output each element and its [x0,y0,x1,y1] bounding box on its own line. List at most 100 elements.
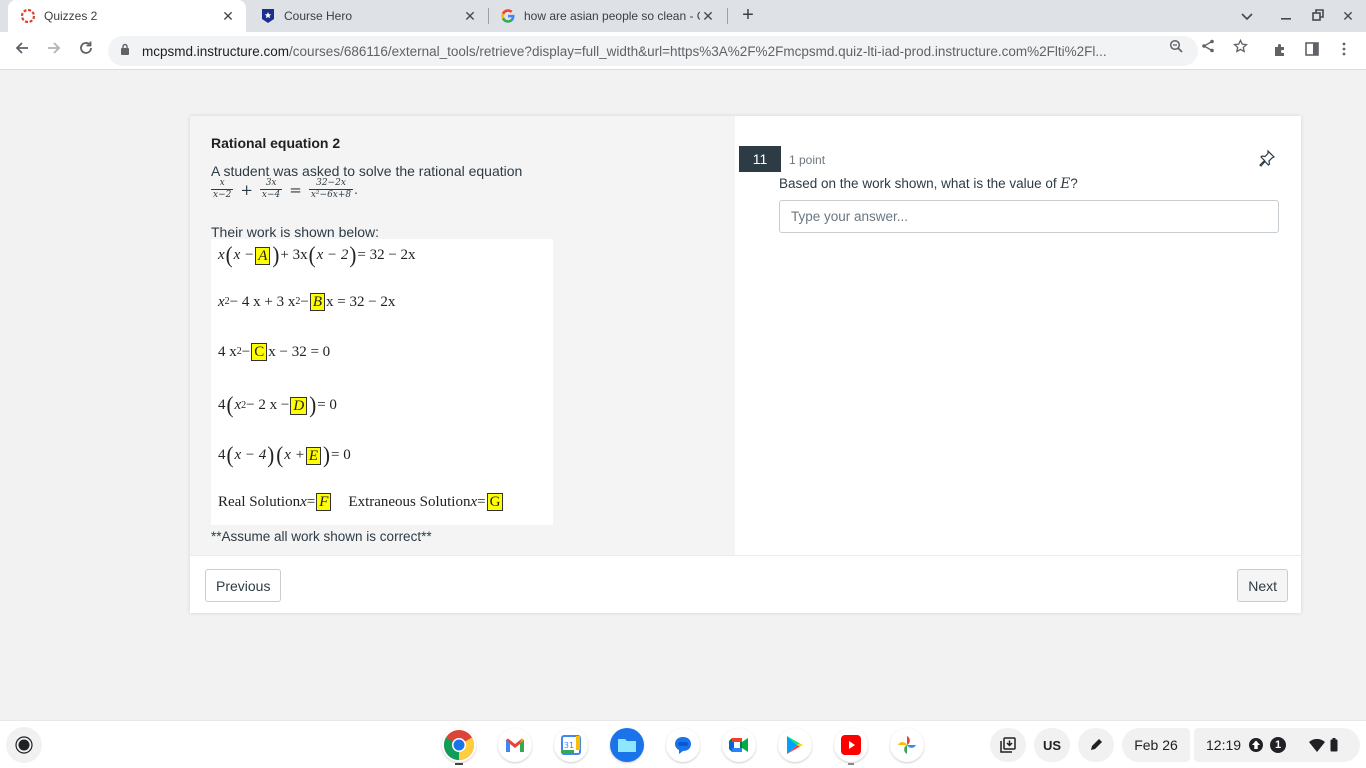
course-hero-icon [260,8,276,24]
tab-quizzes[interactable]: Quizzes 2 ✕ [8,0,246,32]
calendar-day: 31 [564,741,574,750]
reload-icon[interactable] [74,39,98,63]
tab-title: Course Hero [284,9,353,23]
answer-input[interactable] [779,200,1279,233]
term: x − 2 [316,247,349,263]
term: 4 x [218,343,237,360]
bookmark-star-icon[interactable] [1232,38,1248,55]
denominator: x−2 [211,189,234,200]
status-tray[interactable]: 12:19 1 [1194,728,1360,762]
term: − 4 x + 3 x [229,293,296,310]
equals-operator: = [289,180,302,199]
messages-app-icon[interactable] [666,728,700,762]
numerator: 32−2x [316,178,346,188]
youtube-app-icon[interactable] [834,728,868,762]
date-tray[interactable]: Feb 26 [1122,728,1190,762]
page-content: Rational equation 2 A student was asked … [0,71,1366,720]
browser-toolbar: mcpsmd.instructure.com/courses/686116/ex… [0,32,1366,70]
close-window-icon[interactable]: ✕ [1338,6,1358,26]
tab-google-search[interactable]: how are asian people so clean - G ✕ [488,0,726,32]
calendar-app-icon[interactable]: 31 [554,728,588,762]
tab-title: how are asian people so clean - G [524,9,700,23]
keyboard-layout-indicator[interactable]: US [1034,728,1070,762]
term: 4 [218,447,226,463]
close-tab-icon[interactable]: ✕ [700,8,716,24]
numerator: x [219,178,225,188]
launcher-button[interactable] [6,727,42,763]
os-shelf: 31 US Feb 26 12:19 1 [0,720,1366,768]
stimulus-title: Rational equation 2 [211,135,341,151]
minimize-icon[interactable] [1276,6,1296,26]
blank-c: C [251,343,268,361]
question-text: Based on the work shown, what is the val… [779,176,1078,192]
play-store-app-icon[interactable] [778,728,812,762]
active-app-indicator [848,763,854,765]
fraction-rhs: 32−2x x²−6x+8 [308,178,354,201]
stylus-pen-icon[interactable] [1078,728,1114,762]
close-tab-icon[interactable]: ✕ [220,8,236,24]
new-tab-button[interactable]: + [736,4,760,28]
photos-app-icon[interactable] [890,728,924,762]
google-icon [500,8,516,24]
denominator: x−4 [259,189,283,200]
stimulus-panel: Rational equation 2 A student was asked … [190,116,735,555]
extensions-puzzle-icon[interactable] [1271,42,1289,60]
work-line-4: 4(x 2 − 2 x − D) = 0 [218,391,337,419]
browser-menu-icon[interactable] [1335,42,1353,60]
term: x − [233,247,255,263]
rational-equation: x x−2 + 3x x−4 = 32−2x x²−6x+8 . [211,178,358,201]
share-icon[interactable] [1200,39,1216,55]
restore-icon[interactable] [1308,6,1328,26]
side-panel-icon[interactable] [1303,42,1321,60]
lock-icon [120,42,132,60]
numerator: 3x [265,178,277,188]
term: x [218,293,225,310]
blank-d: D [290,396,308,415]
fraction-term-2: 3x x−4 [259,178,283,201]
term: x = 32 − 2x [325,293,396,310]
blank-b: B [309,293,325,311]
next-button[interactable]: Next [1237,569,1288,602]
term: x + [284,447,305,463]
url-path: /courses/686116/external_tools/retrieve?… [289,43,1107,59]
math-variable: E [1060,176,1071,192]
term: = [306,493,316,510]
close-tab-icon[interactable]: ✕ [462,8,478,24]
meet-app-icon[interactable] [722,728,756,762]
term: = 32 − 2x [357,247,416,263]
tab-course-hero[interactable]: Course Hero ✕ [248,0,488,32]
plus-operator: + [240,180,253,199]
real-solution-label: Real Solution [218,493,301,510]
question-text-after: ? [1070,176,1078,191]
term: x [300,493,307,510]
chrome-app-icon[interactable] [442,728,476,762]
work-line-2: x2 − 4 x + 3 x2 − Bx = 32 − 2x [218,293,396,311]
blank-g: G [486,493,504,511]
back-icon[interactable] [10,39,34,63]
url-text[interactable]: mcpsmd.instructure.com/courses/686116/ex… [142,44,1152,59]
fraction-term-1: x x−2 [211,178,234,201]
gmail-app-icon[interactable] [498,728,532,762]
blank-a: A [255,246,271,265]
tab-search-chevron-icon[interactable] [1237,6,1257,26]
zoom-magnifier-icon[interactable] [1168,39,1184,55]
forward-icon[interactable] [42,39,66,63]
previous-button[interactable]: Previous [205,569,282,602]
term: 4 [218,397,226,413]
pin-icon[interactable] [1258,149,1276,167]
blank-e: E [305,446,321,465]
assumption-note: **Assume all work shown is correct** [211,529,432,544]
term: x [470,493,478,510]
battery-icon [1330,738,1338,752]
term: x − 32 = 0 [268,343,331,360]
address-bar[interactable]: mcpsmd.instructure.com/courses/686116/ex… [108,36,1198,66]
term: x [218,247,225,263]
canvas-icon [20,8,36,24]
blank-f: F [316,493,332,511]
work-line-5: 4(x − 4)(x + E) = 0 [218,441,351,469]
tab-title: Quizzes 2 [44,9,98,23]
term: x − 4 [234,447,267,463]
holding-space-icon[interactable] [990,728,1026,762]
files-app-icon[interactable] [610,728,644,762]
question-points: 1 point [789,153,826,167]
